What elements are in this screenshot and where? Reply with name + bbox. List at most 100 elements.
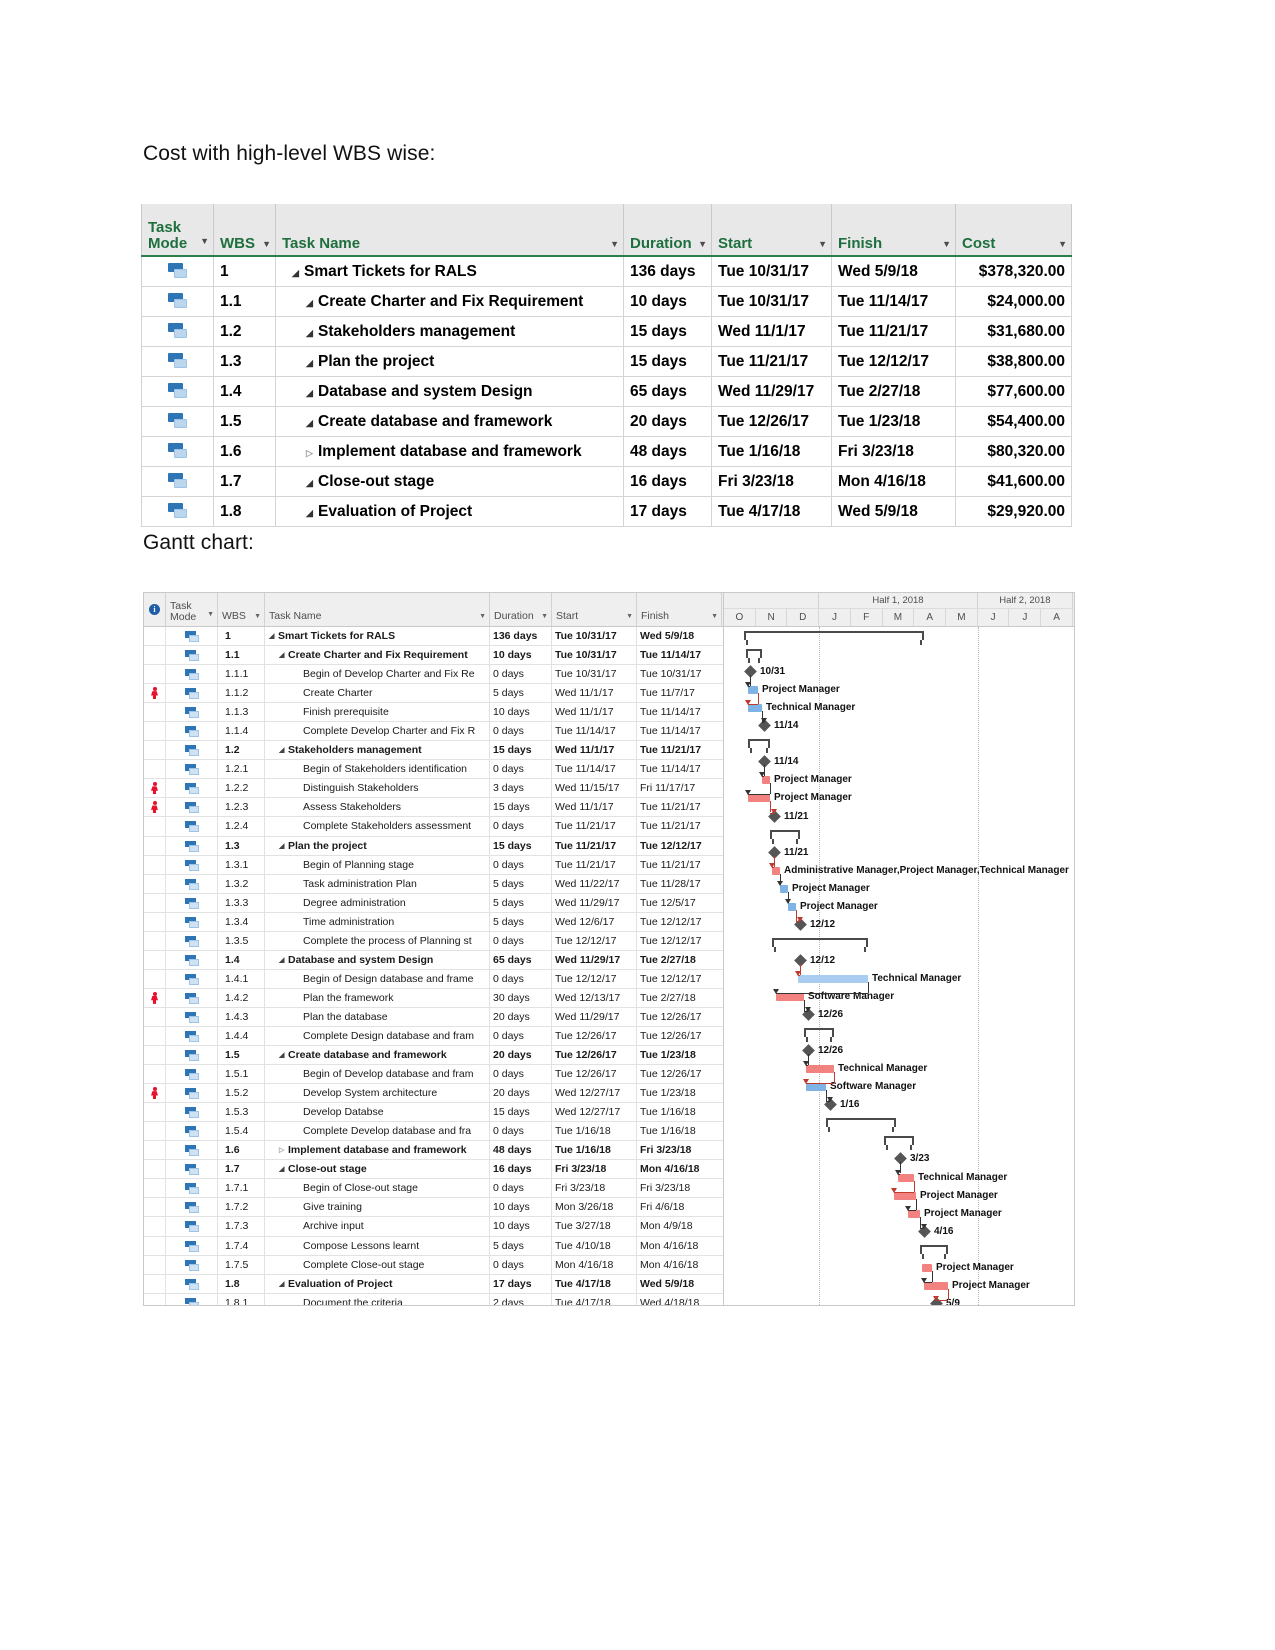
task-name-cell[interactable]: ◢ Database and system Design — [275, 376, 624, 407]
task-mode-cell[interactable] — [141, 286, 214, 317]
table-row[interactable]: 1.7 ◢ Close-out stage 16 days Fri 3/23/18 Mon… — [141, 466, 1072, 497]
task-name-cell[interactable]: ◢ Plan the project — [265, 836, 490, 855]
task-mode-cell[interactable] — [166, 627, 218, 646]
gantt-task-row[interactable]: 1.5.1 Begin of Develop database and fram 0… — [144, 1065, 723, 1085]
task-name-cell[interactable]: Time administration — [265, 912, 490, 931]
task-bar[interactable] — [894, 1191, 916, 1200]
column-header-task-mode[interactable]: Task Mode ▼ — [141, 204, 214, 257]
expand-toggle-icon[interactable]: ◢ — [269, 632, 278, 640]
task-mode-cell[interactable] — [166, 1255, 218, 1274]
expand-toggle-icon[interactable]: ◢ — [306, 388, 318, 399]
task-mode-cell[interactable] — [141, 316, 214, 347]
gantt-task-row[interactable]: 1.4.2 Plan the framework 30 days Wed 12/13/… — [144, 988, 723, 1008]
filter-arrow-icon[interactable]: ▼ — [942, 239, 951, 249]
task-name-cell[interactable]: Complete Design database and fram — [265, 1026, 490, 1046]
filter-arrow-icon[interactable]: ▼ — [541, 613, 548, 620]
expand-toggle-icon[interactable]: ◢ — [279, 1165, 288, 1173]
task-mode-cell[interactable] — [166, 931, 218, 950]
task-mode-cell[interactable] — [166, 912, 218, 931]
task-mode-cell[interactable] — [166, 1065, 218, 1084]
task-name-cell[interactable]: Archive input — [265, 1217, 490, 1236]
filter-arrow-icon[interactable]: ▼ — [1058, 239, 1067, 249]
gantt-task-row[interactable]: 1.2.1 Begin of Stakeholders identificatio… — [144, 760, 723, 780]
expand-toggle-icon[interactable]: ◢ — [306, 508, 318, 519]
task-mode-cell[interactable] — [166, 684, 218, 703]
task-mode-cell[interactable] — [166, 665, 218, 684]
task-bar[interactable] — [762, 776, 770, 785]
task-mode-cell[interactable] — [166, 950, 218, 969]
task-mode-cell[interactable] — [166, 1026, 218, 1046]
task-bar[interactable] — [908, 1209, 920, 1218]
gantt-task-row[interactable]: 1.3.2 Task administration Plan 5 days Wed 1… — [144, 874, 723, 894]
summary-bar[interactable] — [746, 649, 762, 664]
task-name-cell[interactable]: Complete Stakeholders assessment — [265, 817, 490, 836]
gantt-task-row[interactable]: 1.4.4 Complete Design database and fram 0 … — [144, 1026, 723, 1047]
task-name-cell[interactable]: Task administration Plan — [265, 874, 490, 893]
task-mode-cell[interactable] — [166, 855, 218, 874]
task-mode-cell[interactable] — [141, 376, 214, 407]
task-name-cell[interactable]: ◢ Database and system Design — [265, 950, 490, 969]
gantt-task-row[interactable]: 1.2.3 Assess Stakeholders 15 days Wed 11/1/… — [144, 798, 723, 818]
task-mode-cell[interactable] — [166, 1046, 218, 1065]
task-mode-cell[interactable] — [166, 1084, 218, 1103]
gantt-task-row[interactable]: 1.5.2 Develop System architecture 20 days W… — [144, 1084, 723, 1104]
task-bar[interactable] — [776, 993, 804, 1001]
table-row[interactable]: 1.6 ▷ Implement database and framework 48 d… — [141, 436, 1072, 467]
task-bar[interactable] — [922, 1263, 932, 1272]
task-mode-cell[interactable] — [166, 874, 218, 893]
filter-arrow-icon[interactable]: ▼ — [200, 233, 209, 249]
expand-toggle-icon[interactable]: ▷ — [279, 1146, 288, 1154]
expand-toggle-icon[interactable]: ◢ — [279, 746, 288, 754]
task-name-cell[interactable]: ◢ Plan the project — [275, 346, 624, 377]
expand-toggle-icon[interactable]: ◢ — [279, 842, 288, 850]
task-name-cell[interactable]: Begin of Close-out stage — [265, 1179, 490, 1198]
task-mode-cell[interactable] — [166, 1179, 218, 1198]
gantt-task-row[interactable]: 1.3.3 Degree administration 5 days Wed 11/2… — [144, 893, 723, 913]
task-name-cell[interactable]: Plan the framework — [265, 988, 490, 1007]
expand-toggle-icon[interactable]: ◢ — [306, 298, 318, 309]
task-name-cell[interactable]: Give training — [265, 1198, 490, 1217]
column-header-start[interactable]: Start ▼ — [711, 204, 832, 257]
table-row[interactable]: 1.2 ◢ Stakeholders management 15 days Wed 11… — [141, 316, 1072, 347]
filter-arrow-icon[interactable]: ▼ — [698, 239, 707, 249]
task-name-cell[interactable]: ◢ Smart Tickets for RALS — [275, 256, 624, 287]
task-bar[interactable] — [748, 794, 770, 803]
expand-toggle-icon[interactable]: ◢ — [279, 1051, 288, 1059]
gantt-task-row[interactable]: 1.1.4 Complete Develop Charter and Fix R0… — [144, 722, 723, 742]
filter-arrow-icon[interactable]: ▼ — [262, 239, 271, 249]
task-bar[interactable] — [798, 974, 868, 983]
summary-bar[interactable] — [804, 1028, 834, 1043]
expand-toggle-icon[interactable]: ◢ — [279, 651, 288, 659]
task-mode-cell[interactable] — [166, 741, 218, 760]
task-mode-cell[interactable] — [166, 1160, 218, 1179]
gantt-task-row[interactable]: 1.3.5 Complete the process of Planning st… — [144, 931, 723, 951]
task-name-cell[interactable]: Degree administration — [265, 893, 490, 912]
task-mode-cell[interactable] — [166, 1007, 218, 1026]
task-mode-cell[interactable] — [166, 798, 218, 817]
task-name-cell[interactable]: ◢ Stakeholders management — [275, 316, 624, 347]
task-bar[interactable] — [806, 1065, 834, 1074]
gantt-task-row[interactable]: 1.1.3 Finish prerequisite 10 days Wed 11/1/… — [144, 703, 723, 723]
task-name-cell[interactable]: ◢ Stakeholders management — [265, 741, 490, 760]
task-mode-cell[interactable] — [166, 817, 218, 836]
expand-toggle-icon[interactable]: ◢ — [279, 956, 288, 964]
gantt-task-row[interactable]: 1.4.1 Begin of Design database and frame 0… — [144, 969, 723, 989]
task-mode-cell[interactable] — [141, 406, 214, 437]
table-row[interactable]: 1.1 ◢ Create Charter and Fix Requirement 10… — [141, 286, 1072, 317]
filter-arrow-icon[interactable]: ▼ — [626, 613, 633, 620]
task-mode-cell[interactable] — [166, 1103, 218, 1122]
gantt-task-row[interactable]: 1.7.3 Archive input 10 days Tue 3/27/18 Mon … — [144, 1217, 723, 1237]
task-name-cell[interactable]: ◢ Evaluation of Project — [265, 1274, 490, 1293]
gantt-task-row[interactable]: 1.8.1 Document the criteria 2 days Tue 4/17… — [144, 1293, 723, 1305]
gantt-bar-area[interactable]: 10/31 Project Manager Technical Manager 11/… — [724, 627, 1074, 1305]
task-mode-cell[interactable] — [166, 893, 218, 912]
gantt-task-row[interactable]: 1.3.1 Begin of Planning stage 0 days Tue 11… — [144, 855, 723, 875]
task-name-cell[interactable]: Complete Develop Charter and Fix R — [265, 722, 490, 741]
column-header-wbs[interactable]: WBS ▼ — [218, 593, 265, 626]
task-mode-cell[interactable] — [166, 722, 218, 741]
task-name-cell[interactable]: Compose Lessons learnt — [265, 1236, 490, 1255]
column-header-task-name[interactable]: Task Name ▼ — [275, 204, 624, 257]
task-mode-cell[interactable] — [166, 703, 218, 722]
task-name-cell[interactable]: ◢ Smart Tickets for RALS — [265, 627, 490, 646]
task-name-cell[interactable]: Complete Develop database and fra — [265, 1122, 490, 1141]
